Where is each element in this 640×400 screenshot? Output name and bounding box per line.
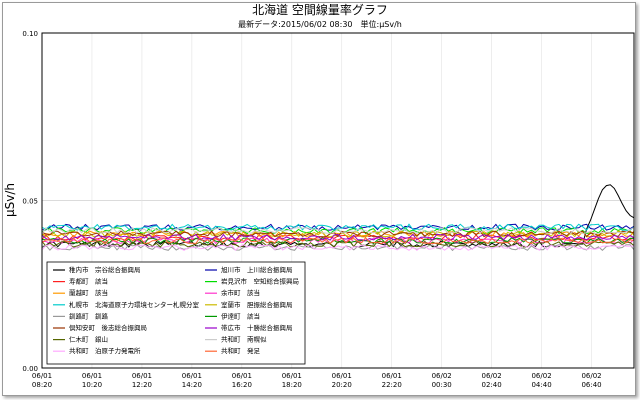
legend-entry: 稚内市 宗谷総合振興局 — [69, 265, 141, 274]
x-tick-date: 06/01 — [182, 372, 202, 380]
x-tick-time: 12:20 — [132, 381, 152, 389]
y-tick-label: 0.10 — [22, 30, 38, 38]
legend-entry: 札幌市 北海道原子力環境センター札幌分室 — [69, 300, 200, 309]
x-tick-date: 06/02 — [531, 372, 551, 380]
x-tick-time: 10:20 — [82, 381, 102, 389]
chart-subtitle: 最新データ:2015/06/02 08:30 単位:μSv/h — [238, 19, 402, 29]
x-tick-date: 06/01 — [382, 372, 402, 380]
chart-title: 北海道 空間線量率グラフ — [252, 2, 388, 17]
y-axis-label: μSv/h — [3, 183, 17, 217]
legend-entry: 共和町 泊原子力発電所 — [69, 346, 141, 355]
legend-entry: 帯広市 十勝総合振興局 — [221, 323, 293, 332]
legend: 稚内市 宗谷総合振興局 旭川市 上川総合振興局寿都町 該当 岩見沢市 空知総合振興局… — [46, 261, 306, 365]
x-tick-date: 06/01 — [282, 372, 302, 380]
y-tick-labels: 0.000.050.10 — [22, 30, 38, 373]
radiation-line-chart: 北海道 空間線量率グラフ 最新データ:2015/06/02 08:30 単位:μ… — [3, 2, 635, 389]
legend-entry: 共和町 南幌似 — [221, 335, 267, 344]
legend-entry: 蘭越町 該当 — [69, 288, 108, 297]
legend-entry: 倶知安町 後志総合振興局 — [69, 323, 147, 332]
legend-entry: 余市町 該当 — [221, 288, 260, 297]
x-tick-date: 06/01 — [232, 372, 252, 380]
y-tick-label: 0.05 — [22, 198, 38, 206]
legend-entry: 釧路町 釧路 — [69, 311, 109, 320]
x-tick-date: 06/02 — [432, 372, 452, 380]
legend-entry: 旭川市 上川総合振興局 — [221, 265, 293, 274]
x-tick-date: 06/01 — [32, 372, 52, 380]
series-lines — [41, 184, 635, 252]
x-tick-time: 06:40 — [581, 381, 601, 389]
legend-entry: 岩見沢市 空知総合振興局 — [221, 277, 299, 286]
legend-entry: 仁木町 銀山 — [69, 335, 108, 344]
x-tick-date: 06/01 — [82, 372, 102, 380]
x-tick-time: 18:20 — [282, 381, 302, 389]
x-tick-time: 22:20 — [382, 381, 402, 389]
x-tick-date: 06/02 — [581, 372, 601, 380]
x-tick-time: 14:20 — [182, 381, 202, 389]
x-tick-time: 20:20 — [332, 381, 352, 389]
legend-entry: 寿都町 該当 — [69, 277, 108, 286]
x-tick-time: 16:20 — [232, 381, 252, 389]
x-tick-time: 02:40 — [482, 381, 502, 389]
x-tick-labels: 06/0108:2006/0110:2006/0112:2006/0114:20… — [32, 372, 602, 389]
legend-entry: 室蘭市 胆振総合振興局 — [221, 300, 293, 309]
x-tick-time: 00:30 — [432, 381, 452, 389]
x-tick-time: 04:40 — [531, 381, 551, 389]
legend-entry: 伊達町 該当 — [221, 311, 260, 320]
x-tick-date: 06/01 — [132, 372, 152, 380]
x-tick-date: 06/02 — [482, 372, 502, 380]
legend-entry: 共和町 発足 — [221, 346, 261, 355]
x-tick-time: 08:20 — [32, 381, 52, 389]
x-tick-date: 06/01 — [332, 372, 352, 380]
